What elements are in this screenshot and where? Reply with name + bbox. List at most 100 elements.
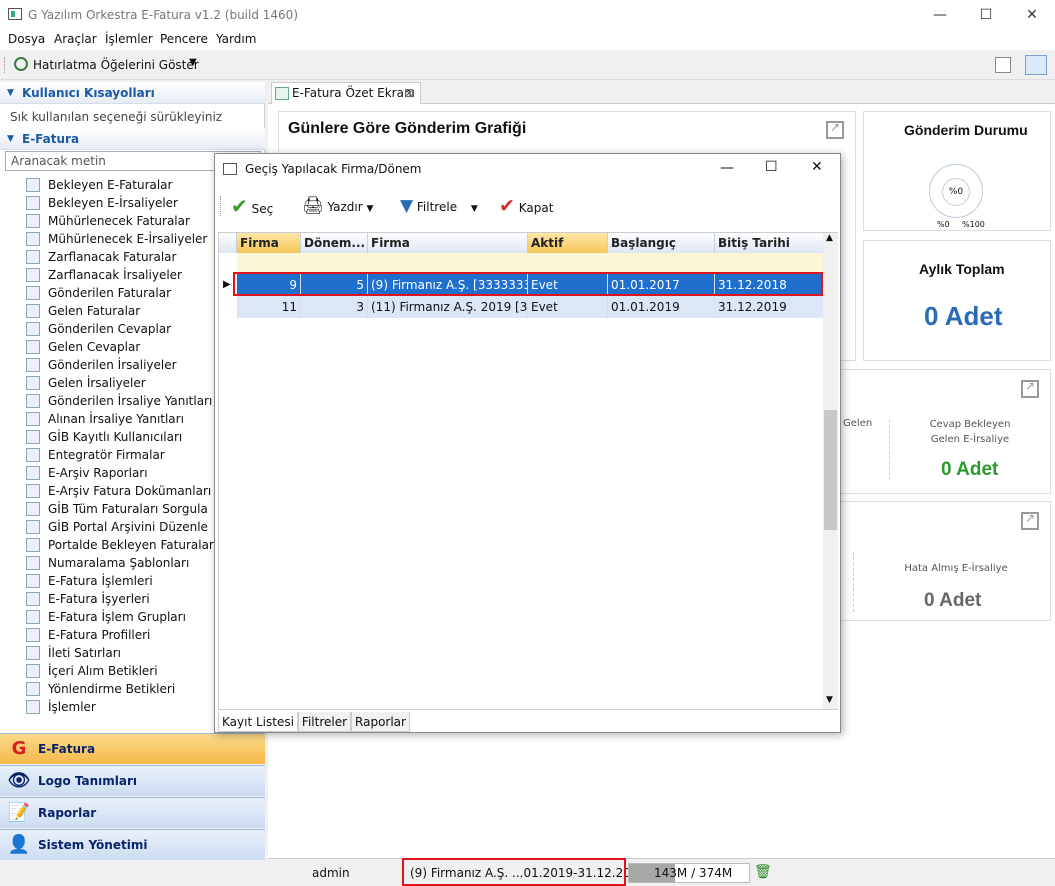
menu-araclar[interactable]: Araçlar: [54, 32, 97, 46]
menu-yardim[interactable]: Yardım: [216, 32, 256, 46]
close-dialog-button[interactable]: ✔ Kapat: [499, 192, 553, 220]
tab-efatura-summary[interactable]: E-Fatura Özet Ekranı ⊠: [271, 82, 421, 105]
menu-dosya[interactable]: Dosya: [8, 32, 45, 46]
sidebar-item-label: E-Fatura İşyerleri: [48, 592, 150, 606]
gauge-max: %100: [962, 220, 985, 229]
chevron-down-icon[interactable]: ▼: [366, 204, 373, 214]
col-firma[interactable]: Firma: [368, 233, 528, 253]
sidebar-item-label: Gelen Cevaplar: [48, 340, 141, 354]
efatura-module-label: E-Fatura: [38, 742, 96, 756]
row-indicator-header: [219, 233, 237, 253]
efatura-module-button[interactable]: G E-Fatura: [0, 733, 265, 764]
sidebar-item-label: Yönlendirme Betikleri: [48, 682, 176, 696]
reminder-button[interactable]: Hatırlatma Öğelerini Göster: [33, 58, 199, 72]
col-aktif[interactable]: Aktif: [528, 233, 608, 253]
col-firma-no[interactable]: Firma No: [237, 233, 301, 270]
filter-label: Filtrele: [416, 200, 458, 214]
tab-close-icon[interactable]: ⊠: [404, 83, 414, 104]
sidebar-item-label: E-Fatura İşlem Grupları: [48, 610, 186, 624]
print-button[interactable]: 🖨 Yazdır ▼: [302, 192, 373, 220]
document-icon: [26, 286, 40, 300]
sidebar-item-label: Gönderilen Faturalar: [48, 286, 172, 300]
col-baslangic[interactable]: Başlangıç Tarihi: [608, 233, 715, 270]
sidebar-item-label: Alınan İrsaliye Yanıtları: [48, 412, 184, 426]
cell-baslangic: 01.01.2019: [608, 296, 715, 318]
logo-definitions-button[interactable]: 👁 Logo Tanımları: [0, 765, 265, 796]
filter-row[interactable]: [237, 253, 825, 274]
dialog-minimize-button[interactable]: —: [720, 160, 734, 176]
vertical-scrollbar[interactable]: ▲ ▼: [823, 233, 838, 709]
efatura-header[interactable]: E-Fatura: [0, 128, 265, 150]
expand-icon[interactable]: [1021, 379, 1039, 398]
system-admin-button[interactable]: 👤 Sistem Yönetimi: [0, 829, 265, 860]
document-icon: [26, 610, 40, 624]
divider: [889, 420, 890, 480]
select-button[interactable]: ✔ Seç: [231, 192, 273, 220]
scroll-up-icon[interactable]: ▲: [826, 233, 833, 243]
close-label: Kapat: [518, 201, 554, 215]
tab-reports[interactable]: Raporlar: [351, 712, 410, 732]
waiting-value: 0 Adet: [941, 459, 999, 480]
sidebar-item-label: E-Fatura Profilleri: [48, 628, 151, 642]
filter-button[interactable]: ▼ Filtrele ▼: [400, 192, 478, 220]
document-icon: [26, 538, 40, 552]
close-button[interactable]: ✕: [1009, 0, 1055, 30]
chart-tab-icon: [275, 87, 289, 100]
trash-icon[interactable]: 🗑: [754, 864, 772, 880]
sidebar-item-label: E-Arşiv Fatura Dokümanları: [48, 484, 212, 498]
sidebar-item-label: Gönderilen İrsaliyeler: [48, 358, 177, 372]
dialog-toolbar-grip: [220, 196, 221, 216]
sidebar-item-label: Gelen Faturalar: [48, 304, 141, 318]
document-icon: [26, 340, 40, 354]
shortcuts-header[interactable]: Kullanıcı Kısayolları: [0, 82, 265, 104]
dialog-maximize-button[interactable]: ☐: [765, 159, 778, 175]
eye-icon: 👁: [7, 770, 31, 791]
document-icon: [26, 628, 40, 642]
menu-pencere[interactable]: Pencere: [160, 32, 208, 46]
reports-button[interactable]: 📝 Raporlar: [0, 797, 265, 828]
chevron-down-icon[interactable]: ▼: [471, 204, 478, 214]
open-perspective-icon[interactable]: [995, 57, 1011, 73]
document-icon: [26, 448, 40, 462]
select-label: Seç: [251, 202, 274, 216]
current-row-arrow-icon: ▶: [223, 279, 231, 290]
report-icon: 📝: [7, 802, 31, 823]
sidebar-item-label: Entegratör Firmalar: [48, 448, 165, 462]
filter-icon: ▼: [400, 196, 414, 216]
col-donem[interactable]: Dönem...: [301, 233, 368, 253]
cell-firma: (11) Firmanız A.Ş. 2019 [333...: [368, 296, 528, 318]
dialog-bottom-tabs: Kayıt Listesi Filtreler Raporlar: [218, 712, 410, 732]
document-icon: [26, 178, 40, 192]
error-title: Hata Almış E-İrsaliye: [904, 563, 1008, 574]
menu-islemler[interactable]: İşlemler: [105, 32, 153, 46]
scrollbar-thumb[interactable]: [824, 410, 837, 530]
minimize-button[interactable]: —: [917, 0, 963, 30]
expand-icon[interactable]: [826, 120, 844, 139]
scroll-down-icon[interactable]: ▼: [826, 695, 833, 705]
chevron-down-icon[interactable]: ▼: [189, 57, 197, 68]
document-icon: [26, 376, 40, 390]
memory-text: 143M / 374M: [654, 866, 733, 880]
table-row[interactable]: 11 3 (11) Firmanız A.Ş. 2019 [333... Eve…: [237, 296, 825, 318]
user-icon: 👤: [7, 834, 31, 855]
chart-title: Günlere Göre Gönderim Grafiği: [288, 120, 527, 137]
expand-icon[interactable]: [1021, 511, 1039, 530]
toolbar-grip: [4, 57, 6, 73]
close-check-icon: ✔: [499, 195, 515, 217]
perspective-icon[interactable]: [1025, 55, 1047, 75]
maximize-button[interactable]: ☐: [963, 0, 1009, 30]
tab-records[interactable]: Kayıt Listesi: [218, 712, 298, 732]
monthly-total-title: Aylık Toplam: [919, 261, 1005, 277]
tab-filters[interactable]: Filtreler: [297, 712, 352, 732]
monthly-total-panel: Aylık Toplam 0 Adet: [863, 240, 1051, 361]
document-icon: [26, 592, 40, 606]
sidebar-item-label: İşlemler: [48, 700, 96, 714]
col-bitis[interactable]: Bitiş Tarihi: [715, 233, 825, 253]
dialog-close-button[interactable]: ✕: [811, 159, 823, 175]
send-status-panel: Gönderim Durumu %0 %0 %100: [863, 111, 1051, 231]
sidebar-item-label: GİB Tüm Faturaları Sorgula: [48, 502, 208, 516]
sidebar-item-label: Mühürlenecek E-İrsaliyeler: [48, 232, 208, 246]
document-icon: [26, 358, 40, 372]
check-icon: ✔: [231, 194, 248, 218]
document-icon: [26, 682, 40, 696]
